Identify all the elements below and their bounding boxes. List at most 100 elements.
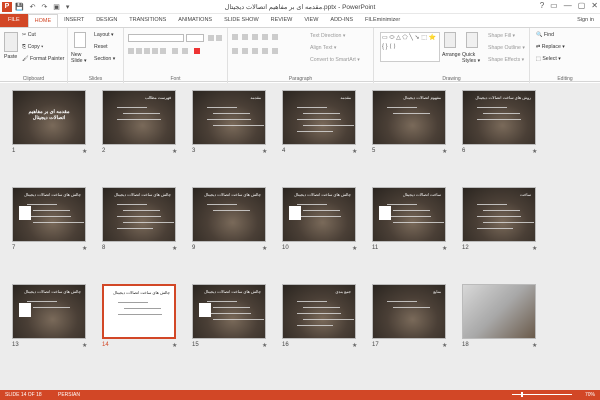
tab-transitions[interactable]: TRANSITIONS: [123, 14, 172, 27]
new-slide-button[interactable]: New Slide ▾: [71, 52, 91, 64]
increase-indent-icon[interactable]: [262, 34, 268, 40]
transition-star-icon[interactable]: ★: [442, 148, 447, 155]
slide-thumbnail-3[interactable]: مقدمه: [192, 90, 266, 145]
justify-icon[interactable]: [262, 48, 268, 54]
close-icon[interactable]: ✕: [591, 1, 598, 10]
tab-home[interactable]: HOME: [27, 14, 59, 27]
sign-in-link[interactable]: Sign in: [577, 17, 594, 23]
convert-to-smartart-button[interactable]: Convert to SmartArt ▾: [310, 57, 360, 63]
change-case-icon[interactable]: [182, 48, 188, 54]
copy-button[interactable]: ⎘ Copy ▾: [22, 44, 43, 51]
line-spacing-icon[interactable]: [272, 34, 278, 40]
window-controls[interactable]: ? ▭ — ▢ ✕: [540, 1, 598, 10]
find-button[interactable]: 🔍 Find: [536, 32, 554, 38]
slide-thumbnail-11[interactable]: ساخت اتصالات دیجیتال: [372, 187, 446, 242]
shape-fill-button[interactable]: Shape Fill ▾: [488, 33, 515, 39]
font-family-dropdown[interactable]: [128, 34, 184, 42]
cut-button[interactable]: ✂ Cut: [22, 32, 36, 38]
replace-button[interactable]: ⇄ Replace ▾: [536, 44, 565, 50]
language-indicator[interactable]: PERSIAN: [58, 390, 80, 400]
slide-thumbnail-13[interactable]: چالش های ساخت اتصالات دیجیتال: [12, 284, 86, 339]
font-color-icon[interactable]: [194, 48, 200, 54]
tab-animations[interactable]: ANIMATIONS: [172, 14, 218, 27]
tab-fileminimizer[interactable]: FILEminimizer: [359, 14, 406, 27]
columns-icon[interactable]: [272, 48, 278, 54]
underline-icon[interactable]: [144, 48, 150, 54]
zoom-slider-knob[interactable]: [521, 392, 523, 397]
arrange-button[interactable]: Arrange: [442, 52, 460, 58]
shadow-icon[interactable]: [152, 48, 158, 54]
transition-star-icon[interactable]: ★: [82, 245, 87, 252]
format-painter-button[interactable]: 🖌 Format Painter: [22, 56, 64, 62]
transition-star-icon[interactable]: ★: [442, 342, 447, 349]
slide-thumbnail-10[interactable]: چالش های ساخت اتصالات دیجیتال: [282, 187, 356, 242]
transition-star-icon[interactable]: ★: [262, 148, 267, 155]
bold-icon[interactable]: [128, 48, 134, 54]
slide-thumbnail-6[interactable]: روش های ساخت اتصالات دیجیتال: [462, 90, 536, 145]
minimize-icon[interactable]: —: [564, 1, 572, 10]
slide-thumbnail-2[interactable]: فهرست مطالب: [102, 90, 176, 145]
char-spacing-icon[interactable]: [172, 48, 178, 54]
tab-add-ins[interactable]: ADD-INS: [324, 14, 359, 27]
transition-star-icon[interactable]: ★: [82, 342, 87, 349]
slide-thumbnail-1[interactable]: مقدمه ای بر مفاهیم اتصالات دیجیتال: [12, 90, 86, 145]
slide-thumbnail-5[interactable]: مفهوم اتصالات دیجیتال: [372, 90, 446, 145]
ribbon-display-icon[interactable]: ▭: [550, 1, 558, 10]
shapes-gallery[interactable]: ▭ ⬭ △ ⬠ ╲ ➘ ⬚ ⭐ { } ⟨ ⟩: [380, 32, 440, 62]
transition-star-icon[interactable]: ★: [82, 148, 87, 155]
paste-button[interactable]: Paste: [4, 54, 17, 60]
transition-star-icon[interactable]: ★: [352, 245, 357, 252]
transition-star-icon[interactable]: ★: [352, 342, 357, 349]
zoom-level[interactable]: 70%: [585, 390, 595, 400]
decrease-indent-icon[interactable]: [252, 34, 258, 40]
paste-icon[interactable]: [4, 32, 18, 52]
transition-star-icon[interactable]: ★: [262, 245, 267, 252]
text-direction-button[interactable]: Text Direction ▾: [310, 33, 345, 39]
align-text-button[interactable]: Align Text ▾: [310, 45, 336, 51]
strikethrough-icon[interactable]: [160, 48, 166, 54]
transition-star-icon[interactable]: ★: [352, 148, 357, 155]
align-right-icon[interactable]: [252, 48, 258, 54]
transition-star-icon[interactable]: ★: [172, 245, 177, 252]
transition-star-icon[interactable]: ★: [172, 148, 177, 155]
slide-thumbnail-4[interactable]: مقدمه: [282, 90, 356, 145]
slide-thumbnail-18[interactable]: [462, 284, 536, 339]
slide-thumbnail-12[interactable]: ساخت: [462, 187, 536, 242]
tab-file[interactable]: FILE: [0, 14, 28, 27]
slide-thumbnail-14[interactable]: چالش های ساخت اتصالات دیجیتال: [102, 284, 176, 339]
slide-thumbnail-7[interactable]: چالش های ساخت اتصالات دیجیتال: [12, 187, 86, 242]
bullets-icon[interactable]: [232, 34, 238, 40]
align-left-icon[interactable]: [232, 48, 238, 54]
transition-star-icon[interactable]: ★: [532, 245, 537, 252]
shape-effects-button[interactable]: Shape Effects ▾: [488, 57, 524, 63]
arrange-icon[interactable]: [444, 32, 456, 48]
tab-view[interactable]: VIEW: [298, 14, 324, 27]
italic-icon[interactable]: [136, 48, 142, 54]
transition-star-icon[interactable]: ★: [172, 342, 177, 349]
numbering-icon[interactable]: [242, 34, 248, 40]
section-button[interactable]: Section ▾: [94, 56, 115, 62]
quick-styles-button[interactable]: Quick Styles ▾: [462, 52, 484, 64]
grow-font-icon[interactable]: [208, 35, 214, 41]
transition-star-icon[interactable]: ★: [532, 342, 537, 349]
transition-star-icon[interactable]: ★: [532, 148, 537, 155]
maximize-icon[interactable]: ▢: [578, 1, 586, 10]
tab-insert[interactable]: INSERT: [58, 14, 90, 27]
new-slide-icon[interactable]: [74, 32, 86, 48]
transition-star-icon[interactable]: ★: [262, 342, 267, 349]
slide-thumbnail-9[interactable]: چالش های ساخت اتصالات دیجیتال: [192, 187, 266, 242]
tab-review[interactable]: REVIEW: [265, 14, 299, 27]
font-size-dropdown[interactable]: [186, 34, 204, 42]
slide-thumbnail-16[interactable]: جمع بندی: [282, 284, 356, 339]
slide-thumbnail-8[interactable]: چالش های ساخت اتصالات دیجیتال: [102, 187, 176, 242]
reset-button[interactable]: Reset: [94, 44, 108, 50]
help-icon[interactable]: ?: [540, 1, 544, 10]
tab-slide-show[interactable]: SLIDE SHOW: [218, 14, 265, 27]
shrink-font-icon[interactable]: [216, 35, 222, 41]
layout-button[interactable]: Layout ▾: [94, 32, 114, 38]
zoom-slider[interactable]: [512, 392, 572, 397]
slide-thumbnail-15[interactable]: چالش های ساخت اتصالات دیجیتال: [192, 284, 266, 339]
shape-outline-button[interactable]: Shape Outline ▾: [488, 45, 525, 51]
tab-design[interactable]: DESIGN: [90, 14, 123, 27]
slide-thumbnail-17[interactable]: منابع: [372, 284, 446, 339]
